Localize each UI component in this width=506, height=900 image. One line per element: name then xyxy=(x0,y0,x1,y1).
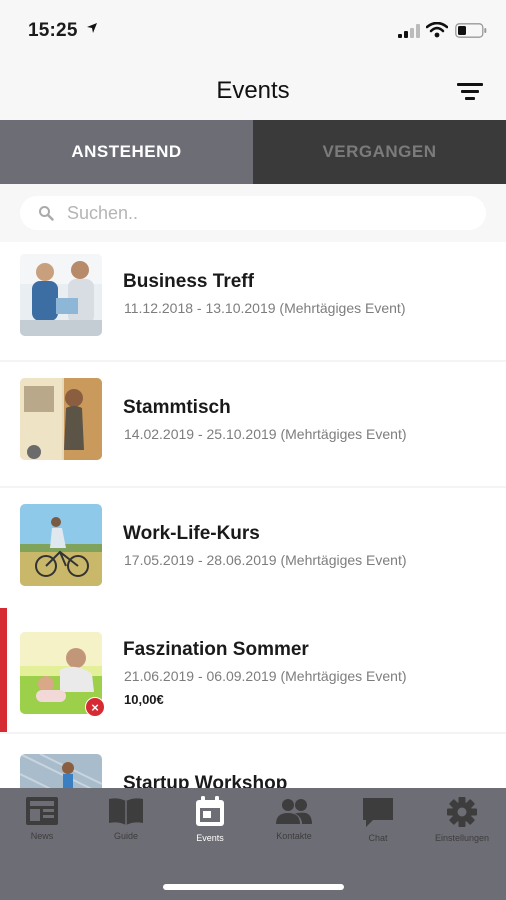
home-indicator[interactable] xyxy=(163,884,344,890)
event-list-item[interactable]: × Faszination Sommer 21.06.2019 - 06.09.… xyxy=(0,608,506,732)
nav-guide[interactable]: Guide xyxy=(84,796,168,856)
nav-einstellungen[interactable]: Einstellungen xyxy=(420,796,504,856)
event-date: 11.12.2018 - 13.10.2019 (Mehrtägiges Eve… xyxy=(124,300,406,316)
location-arrow-icon xyxy=(87,23,97,33)
gear-icon xyxy=(447,797,477,827)
event-list-item[interactable]: Startup Workshop xyxy=(0,734,506,788)
search-placeholder: Suchen.. xyxy=(67,203,139,223)
runner-photo xyxy=(20,754,102,788)
event-list: Business Treff 11.12.2018 - 13.10.2019 (… xyxy=(0,242,506,788)
event-name: Work-Life-Kurs xyxy=(123,523,260,544)
status-time: 15:25 xyxy=(28,20,78,41)
people-icon xyxy=(276,799,312,824)
office-team-photo xyxy=(20,254,102,336)
calendar-icon xyxy=(196,796,224,826)
tab-anstehend[interactable]: ANSTEHEND xyxy=(0,120,253,184)
event-tabs: ANSTEHEND VERGANGEN xyxy=(0,120,506,184)
event-list-item[interactable]: Business Treff 11.12.2018 - 13.10.2019 (… xyxy=(0,242,506,366)
chat-bubble-icon xyxy=(363,798,393,827)
tab-vergangen[interactable]: VERGANGEN xyxy=(253,120,506,184)
nav-label: Kontakte xyxy=(276,831,312,841)
event-price: 10,00€ xyxy=(124,692,164,707)
event-name: Startup Workshop xyxy=(123,773,288,788)
search-icon xyxy=(39,206,54,221)
nav-label: Guide xyxy=(113,831,139,841)
cancel-badge-icon: × xyxy=(85,697,105,717)
event-date: 17.05.2019 - 28.06.2019 (Mehrtägiges Eve… xyxy=(124,552,407,568)
event-name: Faszination Sommer xyxy=(123,639,309,660)
nav-news[interactable]: News xyxy=(0,796,84,856)
event-date: 21.06.2019 - 06.09.2019 (Mehrtägiges Eve… xyxy=(124,668,407,684)
nav-events[interactable]: Events xyxy=(168,796,252,856)
event-list-item[interactable]: Work-Life-Kurs 17.05.2019 - 28.06.2019 (… xyxy=(0,488,506,612)
cyclist-in-field-photo xyxy=(20,504,102,586)
filter-icon[interactable] xyxy=(457,82,483,102)
app-header: Events xyxy=(0,60,506,120)
status-bar: 15:25 xyxy=(0,0,506,60)
nav-kontakte[interactable]: Kontakte xyxy=(252,796,336,856)
nav-label: Chat xyxy=(368,833,388,843)
nav-label: Einstellungen xyxy=(434,833,490,843)
news-icon xyxy=(26,797,58,825)
page-title: Events xyxy=(216,77,290,104)
book-icon xyxy=(109,798,143,825)
event-name: Business Treff xyxy=(123,271,254,292)
man-at-food-truck-photo xyxy=(20,378,102,460)
wifi-icon xyxy=(426,22,448,38)
event-date: 14.02.2019 - 25.10.2019 (Mehrtägiges Eve… xyxy=(124,426,407,442)
cellular-signal-icon xyxy=(398,24,420,38)
nav-label: Events xyxy=(196,833,224,843)
highlight-bar xyxy=(0,608,7,732)
event-list-item[interactable]: Stammtisch 14.02.2019 - 25.10.2019 (Mehr… xyxy=(0,362,506,486)
search-input[interactable]: Suchen.. xyxy=(20,196,486,230)
event-name: Stammtisch xyxy=(123,397,231,418)
battery-icon xyxy=(455,23,487,38)
nav-label: News xyxy=(30,831,54,841)
nav-chat[interactable]: Chat xyxy=(336,796,420,856)
search-bar-area: Suchen.. xyxy=(0,184,506,242)
